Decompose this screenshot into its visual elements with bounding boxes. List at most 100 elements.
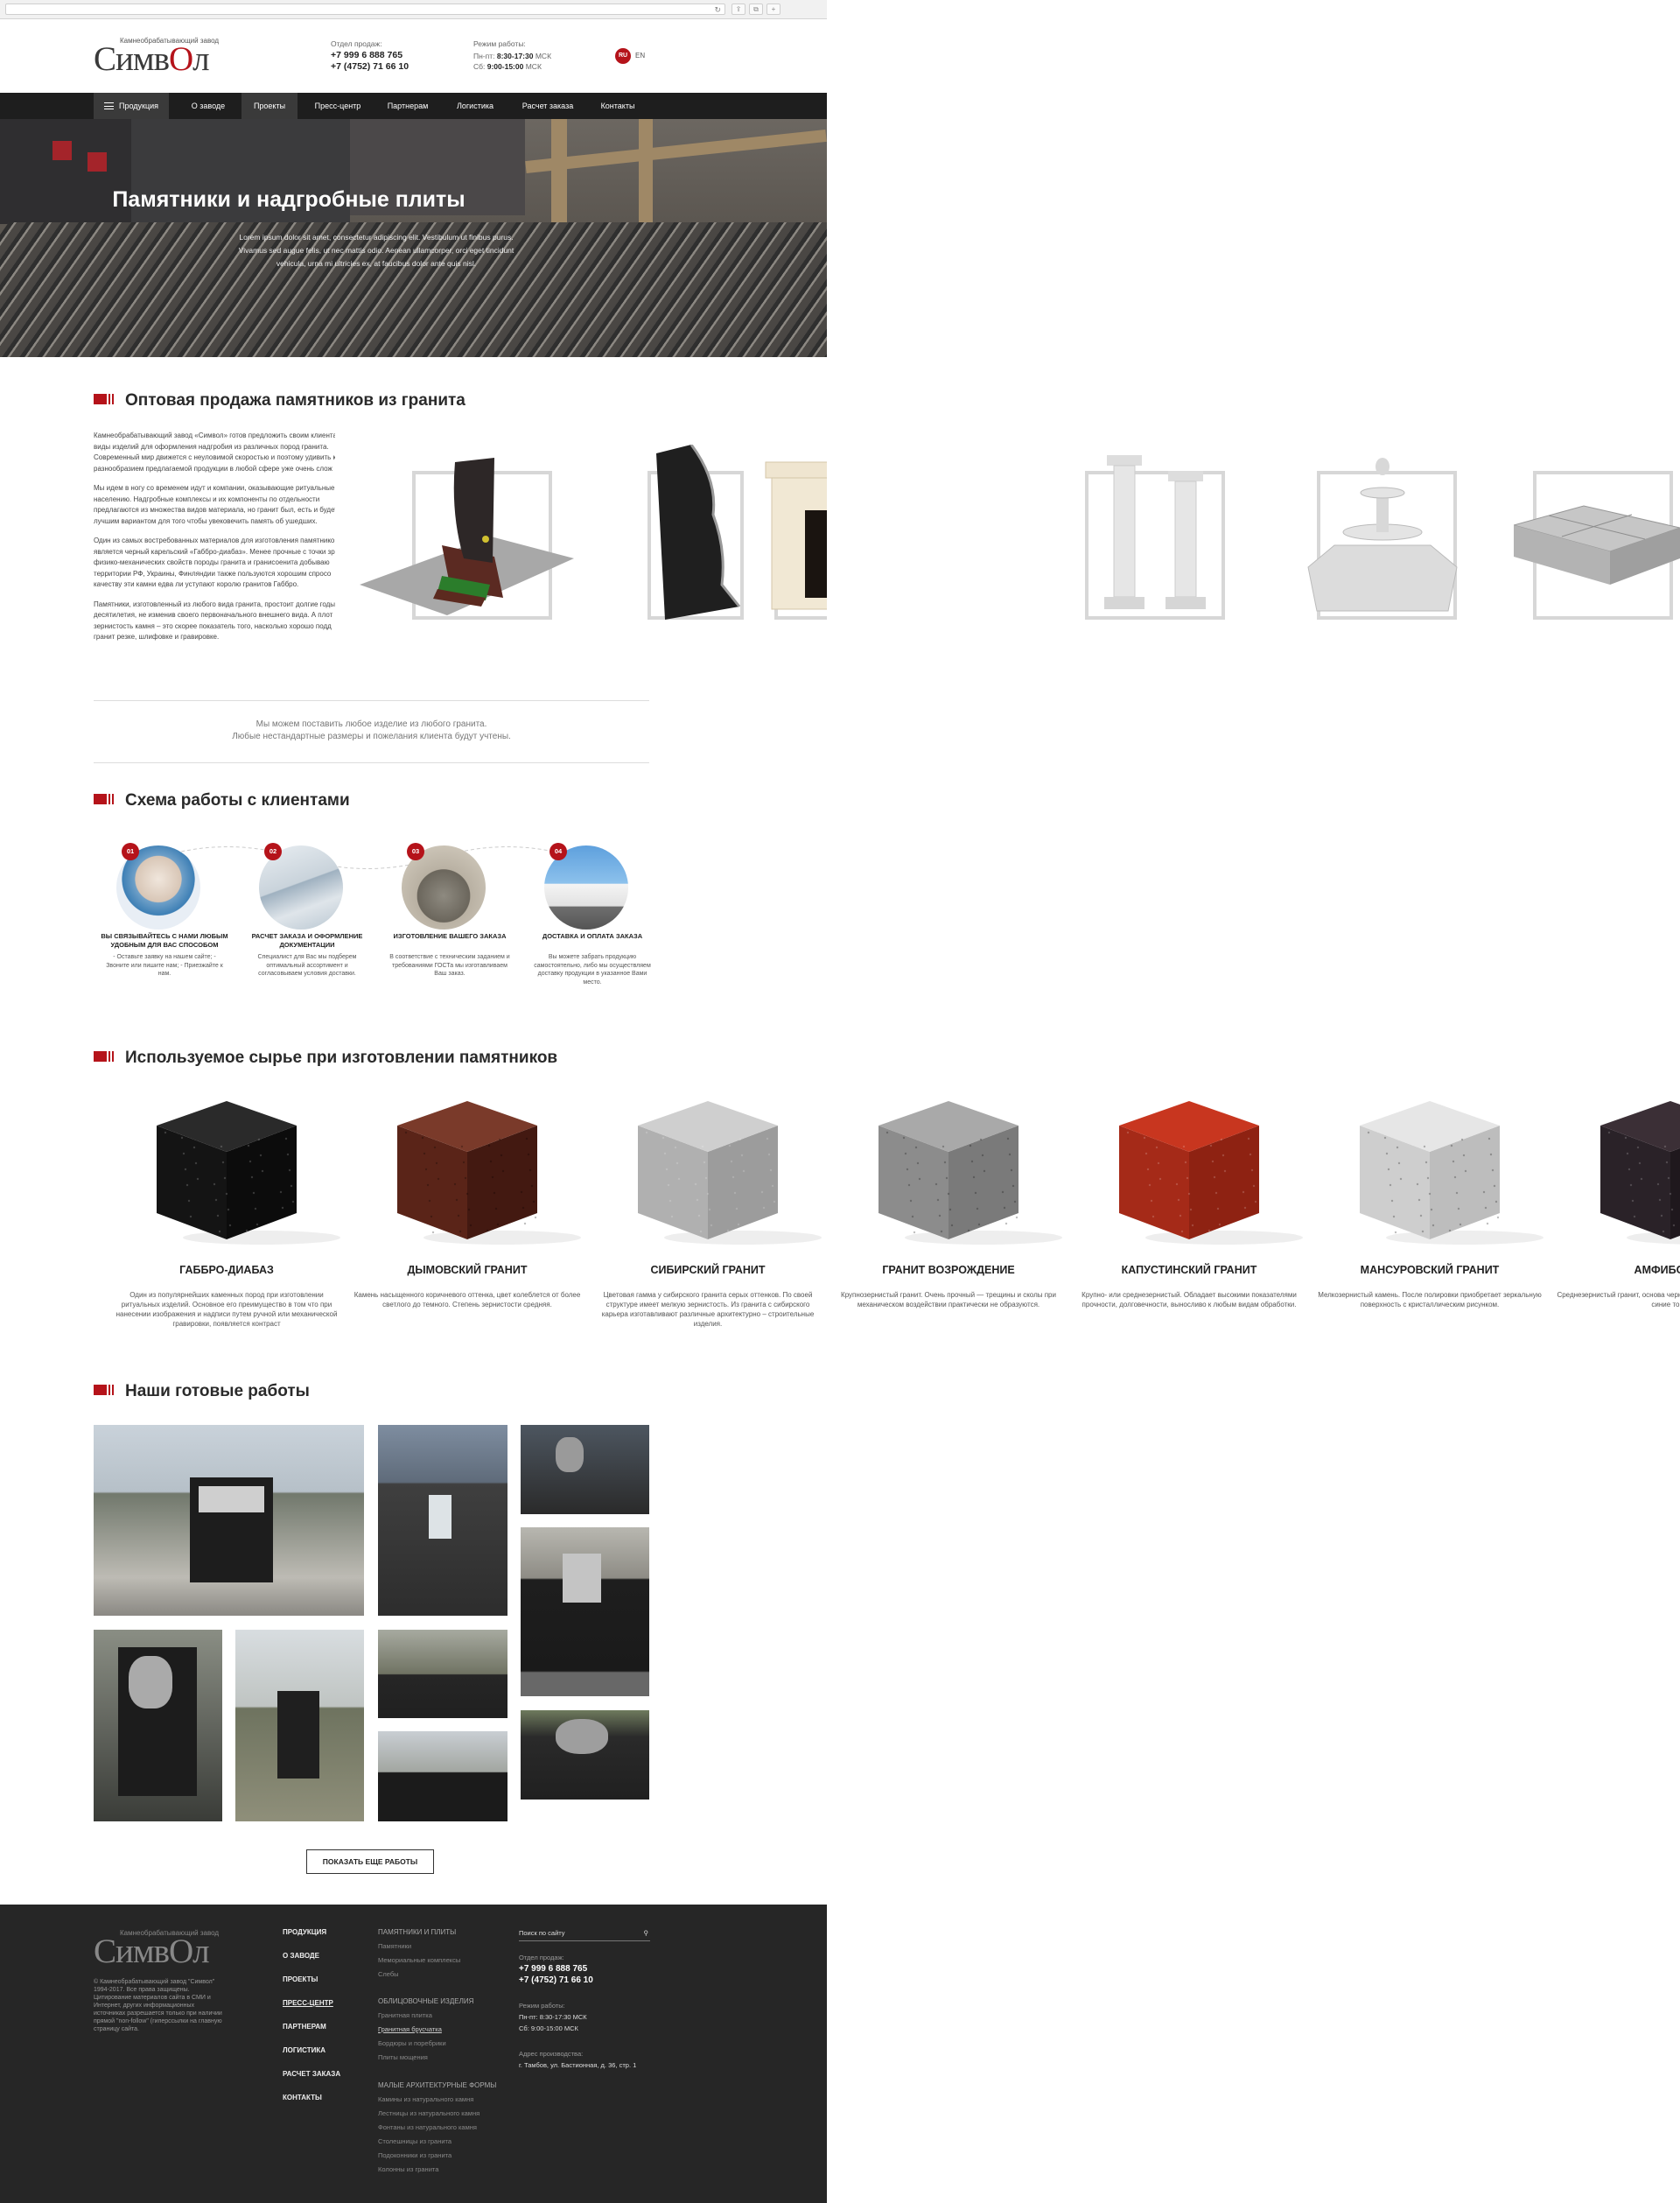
step-title: Изготовление вашего заказа [393,932,507,940]
section-title-works: Наши готовые работы [94,1382,310,1401]
new-tab-icon[interactable]: + [766,4,780,15]
footer-sublink[interactable]: Фонтаны из натурального камня [378,2123,477,2131]
menu-icon [103,102,114,109]
footer-sales-label: Отдел продаж: [519,1954,564,1961]
step-desc: Специалист для Вас мы подберем оптимальн… [257,954,357,977]
share-icon[interactable]: ⇪ [732,4,746,15]
nav-item-products[interactable]: Продукция [94,93,169,119]
work-photo[interactable] [521,1527,649,1696]
nav-item-projects[interactable]: Проекты [242,93,298,119]
footer-link-about[interactable]: О ЗАВОДЕ [283,1952,319,1960]
hero-slab [131,119,350,233]
footer-group-head[interactable]: МАЛЫЕ АРХИТЕКТУРНЫЕ ФОРМЫ [378,2081,496,2089]
nav-item-about[interactable]: О заводе [179,93,237,119]
footer-group-head[interactable]: ПАМЯТНИКИ И ПЛИТЫ [378,1928,456,1936]
step-desc: В соответствие с техническим заданием и … [389,954,510,977]
footer-link-projects[interactable]: ПРОЕКТЫ [283,1975,318,1983]
footer-phone-1[interactable]: +7 999 6 888 765 [519,1964,587,1974]
footer-group-head[interactable]: ОБЛИЦОВОЧНЫЕ ИЗДЕЛИЯ [378,1997,473,2005]
footer-sublink[interactable]: Столешницы из гранита [378,2137,452,2145]
product-fountain[interactable] [1299,445,1466,628]
footer-sublink[interactable]: Гранитная брусчатка [378,2025,442,2033]
product-paving[interactable] [1514,445,1680,628]
footer-sublink[interactable]: Камины из натурального камня [378,2095,473,2103]
material-item[interactable]: АМФИБОЛИТ Среднезернистый гранит, основа … [1557,1091,1680,1353]
material-item[interactable]: МАНСУРОВСКИЙ ГРАНИТ Мелкозернистый камень… [1316,1091,1552,1353]
material-item[interactable]: ГАББРО-ДИАБАЗ Один из популярнейших камен… [113,1091,349,1353]
footer-link-order-calc[interactable]: РАСЧЕТ ЗАКАЗА [283,2070,340,2078]
work-photo[interactable] [235,1630,364,1821]
material-item[interactable]: ДЫМОВСКИЙ ГРАНИТ Камень насыщенного корич… [354,1091,590,1353]
nav-item-press[interactable]: Пресс-центр [306,93,369,119]
material-item[interactable]: СИБИРСКИЙ ГРАНИТ Цветовая гамма у сибирск… [594,1091,830,1353]
footer-sublink[interactable]: Бордюры и поребрики [378,2039,446,2047]
scheme-step-3: 03 Изготовление вашего заказа В соответс… [379,843,521,996]
lang-en-button[interactable]: EN [635,48,645,64]
tabs-icon[interactable]: ⧉ [749,4,763,15]
work-photo[interactable] [378,1630,508,1718]
step-title: Расчет заказа и оформление документации [251,932,363,949]
footer-address-label: Адрес производства: [519,2050,584,2058]
custom-order-note: Мы можем поставить любое изделие из любо… [94,700,649,763]
footer-sublink[interactable]: Мемориальные комплексы [378,1956,460,1964]
product-gallery [354,445,827,628]
footer-link-press[interactable]: ПРЕСС-ЦЕНТР [283,1999,333,2007]
material-cube-image [1600,1101,1680,1245]
header-phone-2[interactable]: +7 (4752) 71 66 10 [331,61,409,72]
footer-logo[interactable]: Камнеобрабатывающий завод СимвОл [94,1922,225,1969]
product-monument[interactable] [354,445,582,628]
address-bar[interactable]: ↻ [5,4,725,15]
product-slab[interactable] [639,445,752,628]
header-phone-1[interactable]: +7 999 6 888 765 [331,50,402,60]
work-photo[interactable] [521,1710,649,1800]
material-desc: Камень насыщенного коричневого оттенка, … [354,1291,581,1308]
footer-search-input[interactable]: Поиск по сайту ⚲ [519,1927,650,1941]
footer-sublink[interactable]: Слебы [378,1970,399,1978]
footer-link-logistics[interactable]: ЛОГИСТИКА [283,2046,326,2054]
footer-sublink[interactable]: Плиты мощения [378,2053,428,2061]
paragraph: Памятники, изготовленный из любого вида … [94,600,335,642]
show-more-works-button[interactable]: ПОКАЗАТЬ ЕЩЕ РАБОТЫ [306,1849,434,1874]
lang-ru-button[interactable]: RU [615,48,631,64]
reload-icon[interactable]: ↻ [714,4,721,15]
material-cube-image [1119,1101,1303,1245]
footer-sublink[interactable]: Подоконники из гранита [378,2151,452,2159]
hero-banner: Памятники и надгробные плиты Lorem ipsum… [0,119,827,357]
footer-sublink[interactable]: Колонны из гранита [378,2165,438,2173]
browser-toolbar: ↻ ⇪ ⧉ + [0,0,827,19]
search-icon[interactable]: ⚲ [644,1927,649,1940]
hours-label: Режим работы: [473,39,526,48]
product-columns[interactable] [1085,445,1234,628]
footer-link-products[interactable]: ПРОДУКЦИЯ [283,1928,326,1936]
materials-row: ГАББРО-ДИАБАЗ Один из популярнейших камен… [0,1091,1680,1353]
section-title-scheme: Схема работы с клиентами [94,791,350,810]
material-name: ГАББРО-ДИАБАЗ [179,1264,274,1276]
footer-sublink[interactable]: Гранитная плитка [378,2011,432,2019]
material-desc: Среднезернистый гранит, основа черно-зел… [1557,1291,1680,1308]
footer-sublink[interactable]: Лестницы из натурального камня [378,2109,480,2117]
footer-link-partners[interactable]: ПАРТНЕРАМ [283,2023,326,2031]
footer-link-contacts[interactable]: КОНТАКТЫ [283,2094,322,2101]
material-item[interactable]: КАПУСТИНСКИЙ ГРАНИТ Крупно- или среднезер… [1075,1091,1312,1353]
work-photo[interactable] [378,1731,508,1821]
footer-sublink[interactable]: Памятники [378,1942,411,1950]
step-number: 02 [264,843,282,860]
work-photo[interactable] [378,1425,508,1616]
work-photo[interactable] [94,1630,222,1821]
logo[interactable]: Камнеобрабатывающий завод СимвОл [94,37,225,77]
product-fireplace-image[interactable] [761,445,827,628]
fountain-image [1307,458,1458,612]
work-photo[interactable] [521,1425,649,1514]
paragraph: Камнеобрабатывающий завод «Символ» готов… [94,431,335,473]
section-marker-icon [94,394,115,404]
nav-item-contacts[interactable]: Контакты [592,93,644,119]
footer-phone-2[interactable]: +7 (4752) 71 66 10 [519,1975,593,1985]
footer-hours-weekdays: Пн-пт: 8:30-17:30 МСК [519,2013,587,2021]
step-title: Доставка и оплата заказа [542,932,643,940]
material-item[interactable]: ГРАНИТ ВОЗРОЖДЕНИЕ Крупнозернистый гранит… [835,1091,1071,1353]
nav-item-logistics[interactable]: Логистика [446,93,504,119]
nav-item-order-calc[interactable]: Расчет заказа [513,93,583,119]
section-marker-icon [94,1051,115,1062]
work-photo[interactable] [94,1425,364,1616]
nav-item-partners[interactable]: Партнерам [378,93,438,119]
